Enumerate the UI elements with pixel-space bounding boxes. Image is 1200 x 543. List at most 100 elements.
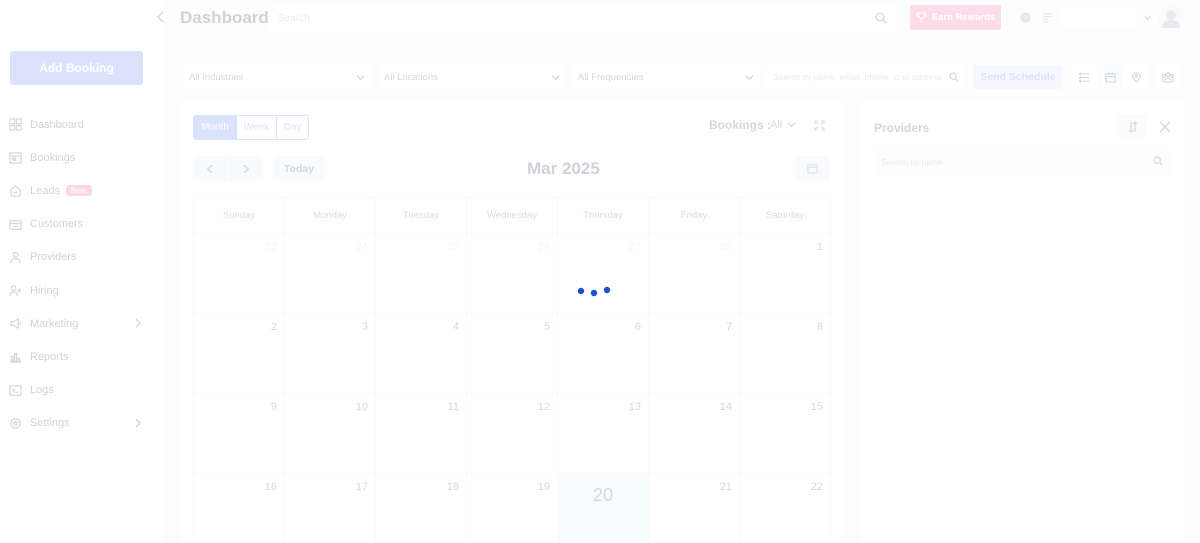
calendar-day[interactable]: 23 [194,234,285,314]
day-number: 5 [543,321,550,333]
calendar-day[interactable]: 14 [649,394,740,474]
sidebar-item-providers[interactable]: Providers [0,241,163,274]
frequencies-select[interactable]: All Frequencies [572,65,760,89]
next-month-button[interactable] [228,156,263,181]
marketing-icon [10,318,21,330]
help-icon[interactable]: ? [1020,12,1031,23]
weekday-label: Tuesday [376,198,467,234]
weekday-label: Wednesday [467,198,558,234]
settings-icon [10,418,21,429]
calendar-day[interactable]: 13 [558,394,649,474]
calendar-day[interactable]: 26 [467,234,558,314]
calendar-view-button[interactable] [1097,65,1123,89]
sidebar-item-marketing[interactable]: Marketing [0,307,163,340]
search-icon[interactable] [1153,156,1163,166]
fullscreen-icon[interactable] [814,120,825,131]
calendar-day[interactable]: 3 [285,314,376,394]
sidebar-item-hiring[interactable]: Hiring [0,274,163,307]
day-number: 3 [361,321,368,333]
sidebar-item-dashboard[interactable]: Dashboard [0,108,163,141]
chevron-down-icon[interactable] [787,120,796,129]
calendar-day[interactable]: 22 [740,474,831,543]
locations-select[interactable]: All Locations [378,65,566,89]
day-number: 1 [816,241,823,253]
calendar-day[interactable]: 1 [740,234,831,314]
prev-month-button[interactable] [193,156,228,181]
list-view-button[interactable] [1071,65,1097,89]
chevron-right-icon[interactable] [133,418,143,428]
day-number: 4 [452,321,459,333]
chevron-down-icon[interactable] [1144,14,1151,21]
calendar-day[interactable]: 7 [649,314,740,394]
user-avatar[interactable] [1158,5,1184,31]
close-icon[interactable] [1159,121,1171,133]
chevron-down-icon [551,75,560,81]
calendar-icon [1104,71,1116,83]
calendar-day[interactable]: 8 [740,314,831,394]
month-view-button[interactable]: Month [194,116,237,139]
calendar-day[interactable]: 21 [649,474,740,543]
user-name-box[interactable] [1060,9,1136,27]
calendar-day[interactable]: 5 [467,314,558,394]
earn-rewards-button[interactable]: Earn Rewards [910,5,1001,30]
sidebar-item-reports[interactable]: Reports [0,340,163,373]
global-search [268,5,895,32]
global-search-input[interactable] [268,5,848,32]
industries-select[interactable]: All Industries [183,65,371,89]
calendar-day[interactable]: 11 [376,394,467,474]
calendar-day[interactable]: 2 [194,314,285,394]
sidebar-item-customers[interactable]: Customers [0,208,163,241]
calendar-day[interactable]: 16 [194,474,285,543]
day-number: 28 [719,241,732,253]
booking-search-input[interactable] [766,65,944,89]
calendar-day[interactable]: 6 [558,314,649,394]
sidebar-item-bookings[interactable]: Bookings [0,141,163,174]
calendar-day[interactable]: 28 [649,234,740,314]
trophy-icon [916,12,927,23]
sidebar-item-label: Dashboard [30,118,84,131]
map-view-button[interactable] [1123,65,1149,89]
locations-value: All Locations [384,71,438,83]
calendar-day-today[interactable]: 20 [558,474,649,543]
collapse-sidebar-icon[interactable] [156,11,166,23]
chevron-right-icon [243,163,250,174]
date-picker-button[interactable] [795,156,830,181]
team-view-button[interactable] [1156,65,1180,89]
calendar-day[interactable]: 27 [558,234,649,314]
day-view-button[interactable]: Day [277,116,308,139]
calendar-day[interactable]: 15 [740,394,831,474]
calendar-day[interactable]: 25 [376,234,467,314]
task-list-icon[interactable] [1042,12,1053,23]
calendar-day[interactable]: 24 [285,234,376,314]
sort-providers-button[interactable] [1118,114,1147,140]
weekday-label: Monday [285,198,376,234]
calendar-grid: Sunday Monday Tuesday Wednesday Thursday Frid… [193,197,831,543]
svg-text:?: ? [1023,13,1027,22]
send-schedule-button[interactable]: Send Schedule [973,65,1063,89]
calendar-day[interactable]: 9 [194,394,285,474]
calendar-day[interactable]: 18 [376,474,467,543]
bookings-icon [9,152,22,164]
today-button[interactable]: Today [273,156,325,181]
provider-search [874,148,1171,175]
calendar-day[interactable]: 4 [376,314,467,394]
sidebar-item-logs[interactable]: Logs [0,374,163,407]
bookings-filter-value[interactable]: All [770,119,782,131]
week-view-button[interactable]: Week [237,116,277,139]
chevron-right-icon[interactable] [133,318,143,328]
calendar-day[interactable]: 10 [285,394,376,474]
provider-search-input[interactable] [874,148,1144,175]
leads-icon [10,185,21,198]
add-booking-button[interactable]: Add Booking [10,51,143,85]
view-switcher [1071,65,1149,89]
sidebar-item-leads[interactable]: Leads New [0,174,163,207]
calendar-day[interactable]: 12 [467,394,558,474]
search-icon[interactable] [875,12,887,24]
day-number: 25 [446,241,459,253]
day-number: 24 [355,241,368,253]
calendar-day[interactable]: 17 [285,474,376,543]
sidebar-item-label: Logs [30,384,54,397]
search-icon[interactable] [949,72,959,82]
calendar-day[interactable]: 19 [467,474,558,543]
sidebar-item-settings[interactable]: Settings [0,407,163,440]
